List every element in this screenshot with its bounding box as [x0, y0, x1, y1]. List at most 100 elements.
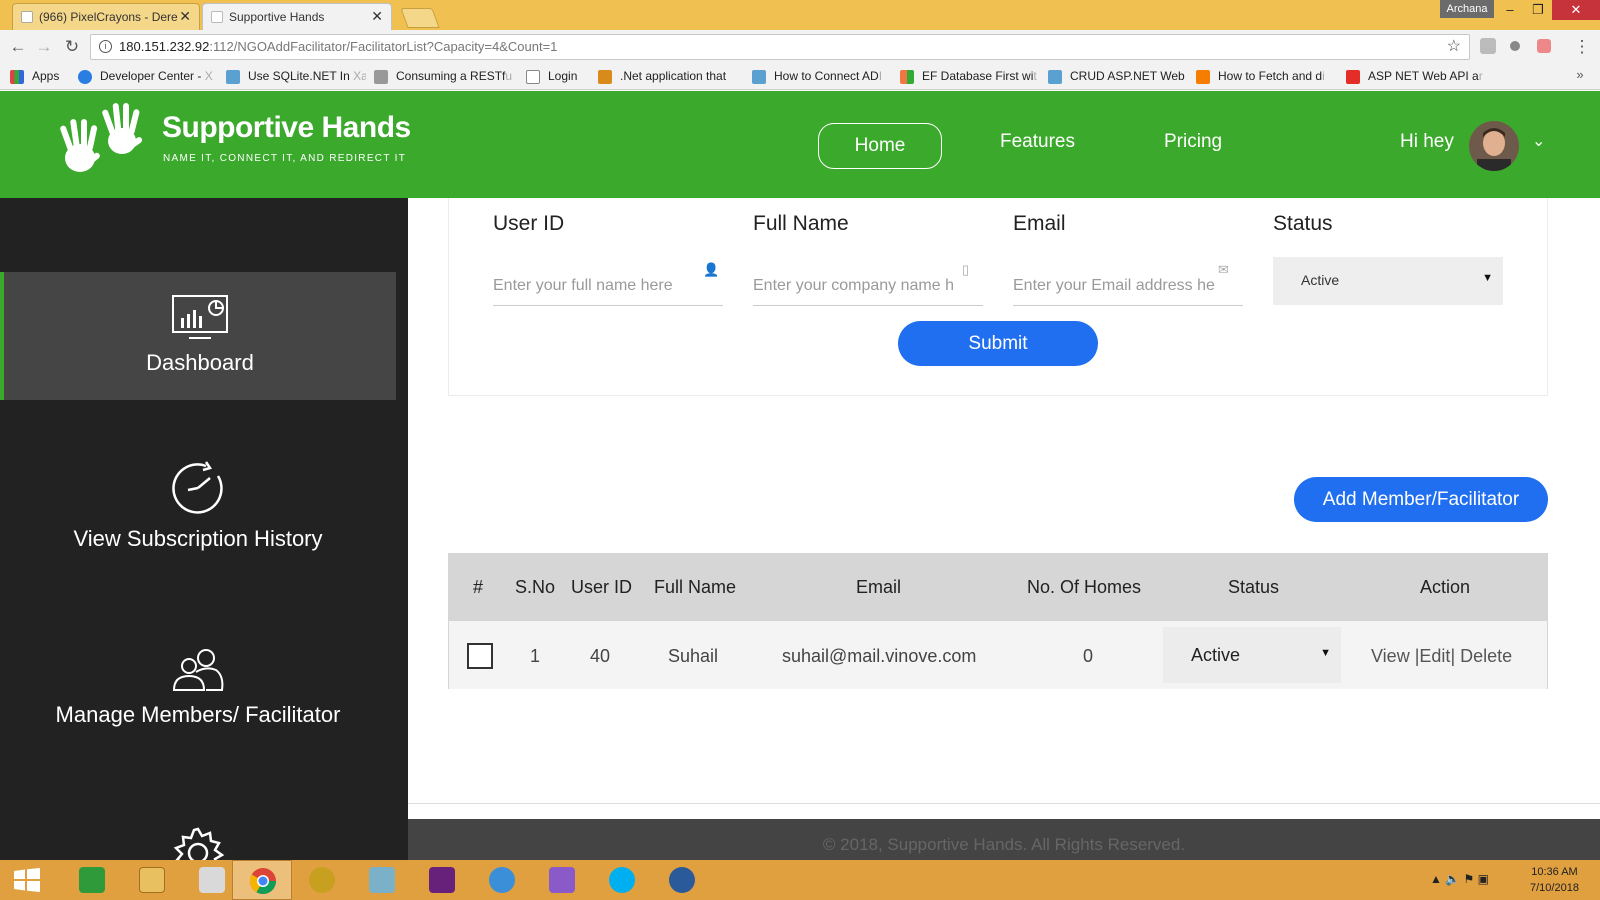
new-tab-button[interactable]: [400, 8, 440, 28]
windows-fav-icon: [900, 70, 914, 84]
hands-logo-icon: [60, 103, 143, 172]
nav-home[interactable]: Home: [818, 123, 942, 169]
members-table: # S.No User ID Full Name Email No. Of Ho…: [448, 553, 1548, 689]
taskbar-chrome[interactable]: [232, 860, 292, 900]
browser-toolbar: ← → ↻ i 180.151.232.92:112/NGOAddFacilit…: [0, 30, 1600, 64]
chameleon-icon: [309, 867, 335, 893]
bookmark-star-icon[interactable]: ☆: [1447, 35, 1461, 59]
dashboard-monitor-icon: [172, 295, 228, 339]
window-close-icon[interactable]: ✕: [1552, 0, 1600, 20]
close-tab-icon[interactable]: ✕: [371, 8, 383, 25]
back-arrow-icon[interactable]: ←: [8, 37, 28, 57]
taskbar-app[interactable]: [352, 860, 412, 900]
user-greeting[interactable]: Hi hey: [1400, 131, 1454, 153]
edit-link[interactable]: Edit: [1419, 646, 1450, 666]
status-select-value: Active: [1301, 272, 1340, 288]
cell-user-id: 40: [590, 646, 611, 666]
header-full-name: Full Name: [654, 577, 737, 597]
delete-link[interactable]: Delete: [1460, 646, 1512, 666]
bookmark-item[interactable]: EF Database First wit: [900, 69, 1040, 85]
store-icon: [79, 867, 105, 893]
taskbar-file-explorer[interactable]: [122, 860, 182, 900]
gear-fav-icon: [598, 70, 612, 84]
sidebar: Dashboard View Subscription History Mana…: [0, 198, 408, 860]
header-status: Status: [1228, 577, 1280, 597]
chrome-menu-icon[interactable]: ⋮: [1572, 37, 1592, 57]
submit-button[interactable]: Submit: [898, 321, 1098, 366]
bookmark-item[interactable]: Use SQLite.NET In Xa: [226, 69, 366, 85]
minimize-icon[interactable]: –: [1496, 0, 1524, 20]
sidebar-item-settings[interactable]: [0, 826, 396, 860]
system-tray[interactable]: ▲ 🔈 ⚑ ▣: [1430, 872, 1489, 886]
taskbar-app[interactable]: [472, 860, 532, 900]
checkmark-favicon-icon: [21, 11, 33, 23]
sidebar-item-dashboard[interactable]: Dashboard: [0, 272, 396, 400]
tab-title: (966) PixelCrayons - Dere: [39, 10, 178, 24]
sidebar-item-label: Manage Members/ Facilitator: [55, 702, 341, 727]
taskbar-clock[interactable]: 10:36 AM 7/10/2018: [1530, 864, 1579, 896]
sidebar-item-manage-members[interactable]: Manage Members/ Facilitator: [0, 648, 396, 758]
address-bar[interactable]: i 180.151.232.92:112/NGOAddFacilitator/F…: [90, 34, 1470, 60]
sidebar-item-subscription-history[interactable]: View Subscription History: [0, 460, 396, 570]
taskbar-thunderbird[interactable]: [652, 860, 712, 900]
status-select[interactable]: Active ▼: [1273, 257, 1503, 305]
nav-features[interactable]: Features: [1000, 131, 1075, 153]
taskbar-app[interactable]: [292, 860, 352, 900]
nav-pricing[interactable]: Pricing: [1164, 131, 1222, 153]
restore-icon[interactable]: ❐: [1524, 0, 1552, 20]
chevron-down-icon[interactable]: ⌄: [1532, 131, 1545, 151]
header-user-id: User ID: [571, 577, 633, 597]
forward-arrow-icon[interactable]: →: [34, 37, 54, 57]
action-center-icon[interactable]: ⚑: [1464, 872, 1475, 886]
history-clock-icon: [172, 461, 223, 514]
bookmark-item[interactable]: .Net application that: [598, 69, 736, 85]
sidebar-item-label: Dashboard: [146, 350, 254, 375]
bookmark-item[interactable]: Developer Center - X: [78, 69, 218, 85]
profile-badge[interactable]: Archana: [1440, 0, 1494, 18]
bookmark-item[interactable]: CRUD ASP.NET Web: [1048, 69, 1188, 85]
extension-icon[interactable]: [1480, 38, 1496, 54]
bookmark-item[interactable]: How to Fetch and di: [1196, 69, 1336, 85]
reload-icon[interactable]: ↻: [62, 37, 82, 57]
blogger-icon: [1196, 70, 1210, 84]
browser-tab-pixelcrayons[interactable]: (966) PixelCrayons - Dere ✕: [12, 3, 200, 30]
user-id-input[interactable]: [493, 266, 723, 306]
view-link[interactable]: View: [1371, 646, 1410, 666]
bookmark-item[interactable]: ASP NET Web API ar: [1346, 69, 1486, 85]
avatar[interactable]: [1469, 121, 1519, 171]
bookmark-item[interactable]: Consuming a RESTfu: [374, 69, 518, 85]
row-checkbox[interactable]: [467, 643, 493, 669]
email-input[interactable]: [1013, 266, 1243, 306]
start-button[interactable]: [0, 860, 60, 900]
taskbar-vs-code[interactable]: [532, 860, 592, 900]
taskbar-store[interactable]: [62, 860, 122, 900]
bookmark-item[interactable]: How to Connect ADI: [752, 69, 892, 85]
cell-homes: 0: [1083, 646, 1094, 666]
add-member-facilitator-button[interactable]: Add Member/Facilitator: [1294, 477, 1548, 522]
page-icon: [526, 70, 540, 84]
bookmark-apps[interactable]: Apps: [10, 69, 59, 85]
brand-name: Supportive Hands: [162, 111, 411, 144]
taskbar-skype[interactable]: [592, 860, 652, 900]
tray-expand-icon[interactable]: ▲: [1430, 872, 1442, 886]
bookmark-item[interactable]: Login: [526, 69, 596, 85]
row-status-select[interactable]: Active ▼: [1163, 627, 1341, 683]
red-extension-icon[interactable]: [1537, 39, 1551, 53]
footer-divider: [408, 803, 1600, 804]
close-tab-icon[interactable]: ✕: [179, 8, 191, 25]
email-label: Email: [1013, 212, 1066, 235]
site-info-icon[interactable]: i: [99, 40, 112, 53]
snipping-tool-icon: [199, 867, 225, 893]
sqlite-icon: [752, 70, 766, 84]
envelope-icon: ✉: [1218, 262, 1229, 277]
more-bookmarks-icon[interactable]: »: [1570, 67, 1590, 82]
taskbar-visual-studio[interactable]: [412, 860, 472, 900]
full-name-input[interactable]: [753, 266, 983, 306]
browser-tab-supportive-hands[interactable]: Supportive Hands ✕: [202, 3, 392, 30]
settings-gear-icon: [173, 827, 225, 860]
network-tray-icon[interactable]: ▣: [1478, 872, 1489, 886]
folder-icon: [139, 867, 165, 893]
volume-icon[interactable]: 🔈: [1445, 872, 1460, 886]
sqlite-icon: [1048, 70, 1062, 84]
eyedropper-extension-icon[interactable]: [1510, 41, 1520, 51]
